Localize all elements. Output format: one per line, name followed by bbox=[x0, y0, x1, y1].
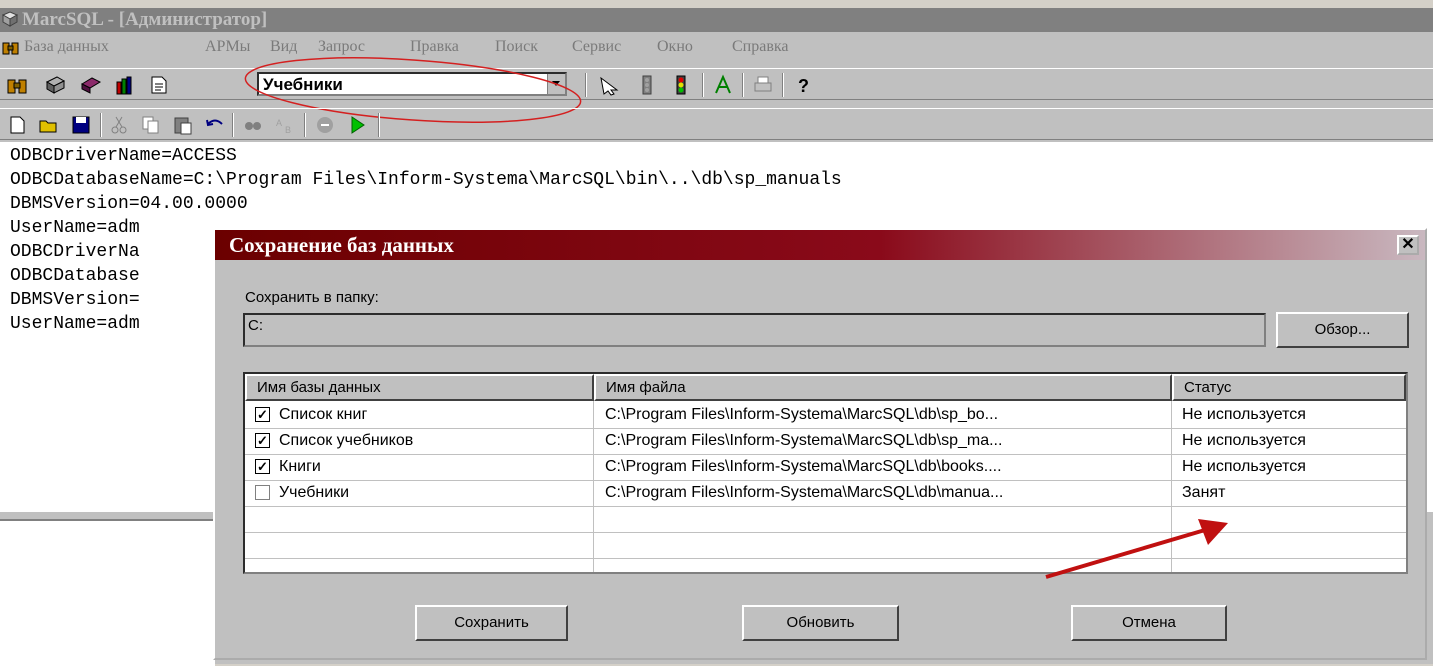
binoculars-icon[interactable] bbox=[80, 74, 102, 96]
editor-line: ODBCDriverName=ACCESS bbox=[10, 146, 237, 166]
row-checkbox[interactable] bbox=[255, 485, 270, 500]
menu-bar: База данных АРМы Вид Запрос Правка Поиск… bbox=[0, 34, 1433, 62]
books-icon[interactable] bbox=[114, 74, 136, 96]
undo-icon[interactable] bbox=[204, 114, 226, 136]
svg-text:B: B bbox=[285, 125, 291, 135]
table-icon[interactable] bbox=[44, 74, 66, 96]
annotation-arrow bbox=[1045, 519, 1228, 579]
folder-field-value: C: bbox=[248, 317, 263, 334]
dialog-title: Сохранение баз данных bbox=[229, 233, 454, 257]
menu-search[interactable]: Поиск bbox=[495, 38, 538, 56]
replace-icon[interactable]: AB bbox=[274, 114, 296, 136]
paste-icon[interactable] bbox=[172, 114, 194, 136]
window-title: MarcSQL - [Администратор] bbox=[22, 9, 268, 30]
row-checkbox[interactable]: ✓ bbox=[255, 433, 270, 448]
dialog-title-bar: Сохранение баз данных ✕ bbox=[215, 230, 1425, 260]
cancel-button[interactable]: Отмена bbox=[1071, 605, 1227, 641]
title-bar: MarcSQL - [Администратор] bbox=[0, 8, 1433, 32]
toolbar-main: ? bbox=[0, 68, 1433, 100]
row-checkbox[interactable]: ✓ bbox=[255, 407, 270, 422]
row-status: Не используется bbox=[1182, 432, 1306, 449]
row-checkbox[interactable]: ✓ bbox=[255, 459, 270, 474]
cut-icon[interactable] bbox=[108, 114, 130, 136]
row-status: Не используется bbox=[1182, 406, 1306, 423]
browse-button[interactable]: Обзор... bbox=[1276, 312, 1409, 348]
traffic-light-icon[interactable] bbox=[670, 74, 692, 96]
menu-help[interactable]: Справка bbox=[732, 38, 789, 56]
row-file-name: C:\Program Files\Inform-Systema\MarcSQL\… bbox=[605, 484, 1004, 501]
traffic-light-gray-icon[interactable] bbox=[636, 74, 658, 96]
menu-arms[interactable]: АРМы bbox=[205, 38, 250, 56]
menu-query[interactable]: Запрос bbox=[318, 38, 365, 56]
run-icon[interactable] bbox=[346, 114, 368, 136]
pointer-icon[interactable] bbox=[598, 74, 620, 96]
row-file-name: C:\Program Files\Inform-Systema\MarcSQL\… bbox=[605, 432, 1003, 449]
font-icon[interactable] bbox=[712, 74, 734, 96]
editor-line: UserName=adm bbox=[10, 218, 140, 238]
svg-text:?: ? bbox=[798, 76, 809, 96]
row-status: Занят bbox=[1182, 484, 1226, 501]
save-button[interactable]: Сохранить bbox=[415, 605, 568, 641]
refresh-button[interactable]: Обновить bbox=[742, 605, 899, 641]
column-header-name[interactable]: Имя базы данных bbox=[245, 374, 594, 401]
editor-line: DBMSVersion= bbox=[10, 290, 140, 310]
menu-service[interactable]: Сервис bbox=[572, 38, 621, 56]
help-icon[interactable]: ? bbox=[792, 74, 814, 96]
row-db-name: Учебники bbox=[279, 484, 350, 501]
row-status: Не используется bbox=[1182, 458, 1306, 475]
save-icon[interactable] bbox=[70, 114, 92, 136]
row-file-name: C:\Program Files\Inform-Systema\MarcSQL\… bbox=[605, 458, 1002, 475]
table-row[interactable]: ✓ Книги C:\Program Files\Inform-Systema\… bbox=[245, 454, 1406, 481]
open-icon[interactable] bbox=[38, 114, 60, 136]
menu-view[interactable]: Вид bbox=[270, 38, 297, 56]
editor-line: ODBCDatabase bbox=[10, 266, 140, 286]
folder-label: Сохранить в папку: bbox=[245, 289, 379, 306]
app-icon bbox=[2, 11, 18, 27]
stop-icon[interactable] bbox=[314, 114, 336, 136]
results-pane[interactable] bbox=[0, 519, 215, 666]
table-row[interactable]: Учебники C:\Program Files\Inform-Systema… bbox=[245, 480, 1406, 507]
close-icon: ✕ bbox=[1401, 236, 1415, 253]
row-db-name: Список книг bbox=[279, 406, 368, 423]
close-button[interactable]: ✕ bbox=[1397, 235, 1419, 255]
folder-field[interactable]: C: bbox=[243, 313, 1266, 347]
menu-window[interactable]: Окно bbox=[657, 38, 693, 56]
editor-line: UserName=adm bbox=[10, 314, 140, 334]
find-icon[interactable] bbox=[242, 114, 264, 136]
menu-database[interactable]: База данных bbox=[24, 38, 109, 56]
databases-icon[interactable] bbox=[6, 74, 28, 96]
new-icon[interactable] bbox=[6, 114, 28, 136]
row-db-name: Книги bbox=[279, 458, 321, 475]
editor-line: ODBCDatabaseName=C:\Program Files\Inform… bbox=[10, 170, 842, 190]
svg-text:A: A bbox=[276, 118, 282, 128]
table-row[interactable]: ✓ Список книг C:\Program Files\Inform-Sy… bbox=[245, 402, 1406, 429]
column-header-file[interactable]: Имя файла bbox=[594, 374, 1172, 401]
menu-edit[interactable]: Правка bbox=[410, 38, 459, 56]
copy-icon[interactable] bbox=[140, 114, 162, 136]
row-file-name: C:\Program Files\Inform-Systema\MarcSQL\… bbox=[605, 406, 999, 423]
editor-line: ODBCDriverNa bbox=[10, 242, 140, 262]
document-menu-icon[interactable] bbox=[2, 38, 20, 56]
print-icon[interactable] bbox=[752, 74, 774, 96]
row-db-name: Список учебников bbox=[279, 432, 414, 449]
table-row[interactable]: ✓ Список учебников C:\Program Files\Info… bbox=[245, 428, 1406, 455]
document-icon[interactable] bbox=[148, 74, 170, 96]
toolbar-edit: AB bbox=[0, 108, 1433, 140]
column-header-status[interactable]: Статус bbox=[1172, 374, 1406, 401]
editor-line: DBMSVersion=04.00.0000 bbox=[10, 194, 248, 214]
